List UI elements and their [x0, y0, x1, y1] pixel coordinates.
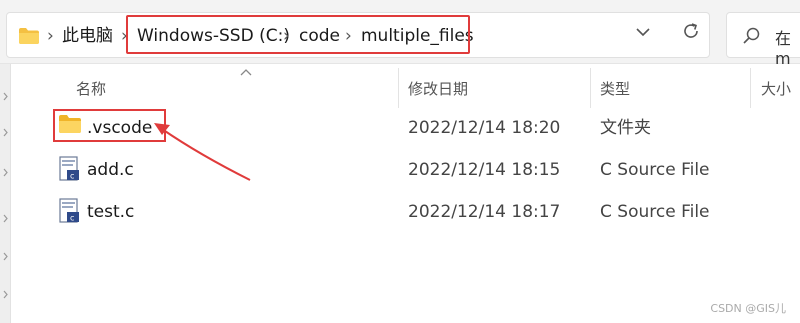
file-type: 文件夹	[600, 118, 651, 138]
expand-icon	[3, 92, 8, 101]
svg-text:c: c	[70, 172, 74, 181]
column-divider[interactable]	[398, 68, 399, 108]
column-header-row: 名称 修改日期 类型 大小	[12, 64, 800, 108]
refresh-icon[interactable]	[680, 20, 702, 42]
chevron-right-icon: ›	[47, 26, 54, 46]
file-modified: 2022/12/14 18:20	[408, 118, 561, 138]
file-row[interactable]: c test.c 2022/12/14 18:17 C Source File	[40, 192, 780, 232]
file-type: C Source File	[600, 202, 710, 222]
watermark: CSDN @GIS儿	[710, 302, 786, 315]
expand-icon	[3, 290, 8, 299]
column-header-size[interactable]: 大小	[761, 78, 791, 99]
expand-icon	[3, 168, 8, 177]
search-input[interactable]: 在 m	[726, 12, 800, 68]
breadcrumb-this-pc[interactable]: 此电脑	[62, 25, 113, 47]
expand-icon	[3, 214, 8, 223]
column-header-modified[interactable]: 修改日期	[408, 78, 468, 99]
navigation-pane-edge[interactable]	[0, 64, 11, 323]
annotation-arrow	[154, 123, 251, 181]
path-highlight-box	[126, 15, 470, 54]
expand-icon	[3, 128, 8, 137]
column-header-name[interactable]: 名称	[76, 78, 106, 99]
sort-ascending-icon	[240, 69, 252, 76]
file-type: C Source File	[600, 160, 710, 180]
column-header-type[interactable]: 类型	[600, 78, 630, 99]
search-icon	[743, 27, 760, 44]
file-modified: 2022/12/14 18:17	[408, 202, 561, 222]
file-name[interactable]: add.c	[87, 159, 134, 181]
folder-icon	[19, 28, 39, 44]
chevron-down-icon[interactable]	[633, 22, 653, 42]
svg-text:c: c	[70, 214, 74, 223]
expand-icon	[3, 252, 8, 261]
c-source-file-icon: c	[59, 198, 79, 223]
search-placeholder: 在 m	[775, 29, 792, 68]
c-source-file-icon: c	[59, 156, 79, 181]
file-name[interactable]: test.c	[87, 201, 134, 223]
column-divider[interactable]	[750, 68, 751, 108]
file-modified: 2022/12/14 18:15	[408, 160, 561, 180]
column-divider[interactable]	[590, 68, 591, 108]
